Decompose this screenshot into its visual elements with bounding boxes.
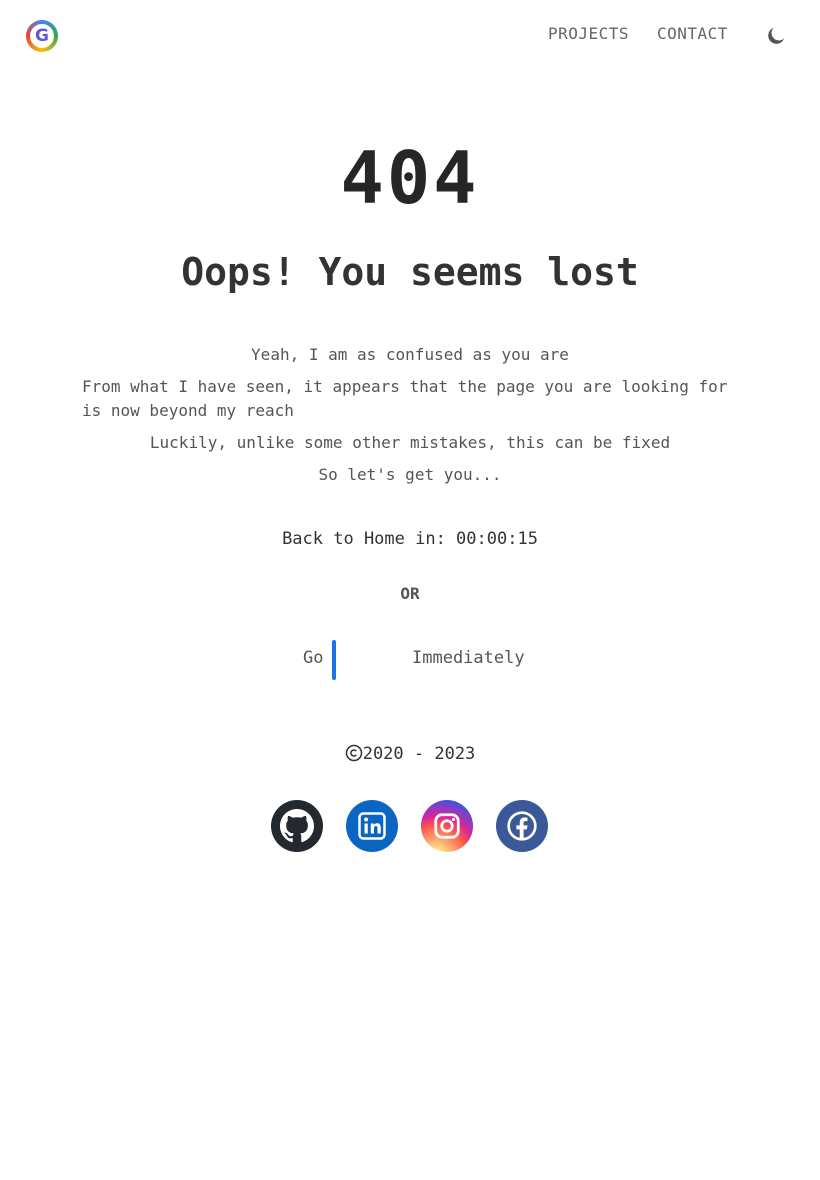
- social-links: [0, 800, 820, 852]
- go-word: Go: [303, 648, 324, 668]
- nav-contact-link[interactable]: CONTACT: [657, 24, 728, 43]
- theme-toggle-button[interactable]: [765, 25, 787, 47]
- instagram-icon: [434, 813, 460, 839]
- copyright: 2020 - 2023: [0, 744, 820, 764]
- linkedin-icon: [358, 812, 386, 840]
- facebook-link[interactable]: [496, 800, 548, 852]
- copyright-text: 2020 - 2023: [362, 744, 476, 764]
- or-separator: OR: [400, 584, 420, 603]
- home-countdown: Back to Home in: 00:00:15: [282, 529, 538, 549]
- copyright-icon: [345, 744, 362, 762]
- site-logo[interactable]: G: [26, 20, 58, 52]
- typing-caret: [332, 640, 336, 680]
- github-link[interactable]: [271, 800, 323, 852]
- immediately-word: Immediately: [412, 648, 525, 668]
- message-line-1: Yeah, I am as confused as you are: [251, 345, 569, 364]
- moon-icon: [768, 27, 785, 44]
- error-code: 404: [340, 136, 480, 220]
- linkedin-link[interactable]: [346, 800, 398, 852]
- message-line-3: Luckily, unlike some other mistakes, thi…: [149, 433, 671, 452]
- github-icon: [280, 809, 314, 843]
- nav-projects-link[interactable]: PROJECTS: [548, 24, 629, 43]
- logo-letter: G: [30, 24, 54, 48]
- page-title: Oops! You seems lost: [181, 250, 639, 294]
- facebook-icon: [507, 811, 537, 841]
- message-line-4: So let's get you...: [318, 465, 502, 484]
- go-home-link[interactable]: Go Immediately: [0, 640, 820, 680]
- message-line-2: From what I have seen, it appears that t…: [82, 377, 728, 420]
- instagram-link[interactable]: [421, 800, 473, 852]
- top-navbar: G PROJECTS CONTACT: [0, 0, 820, 72]
